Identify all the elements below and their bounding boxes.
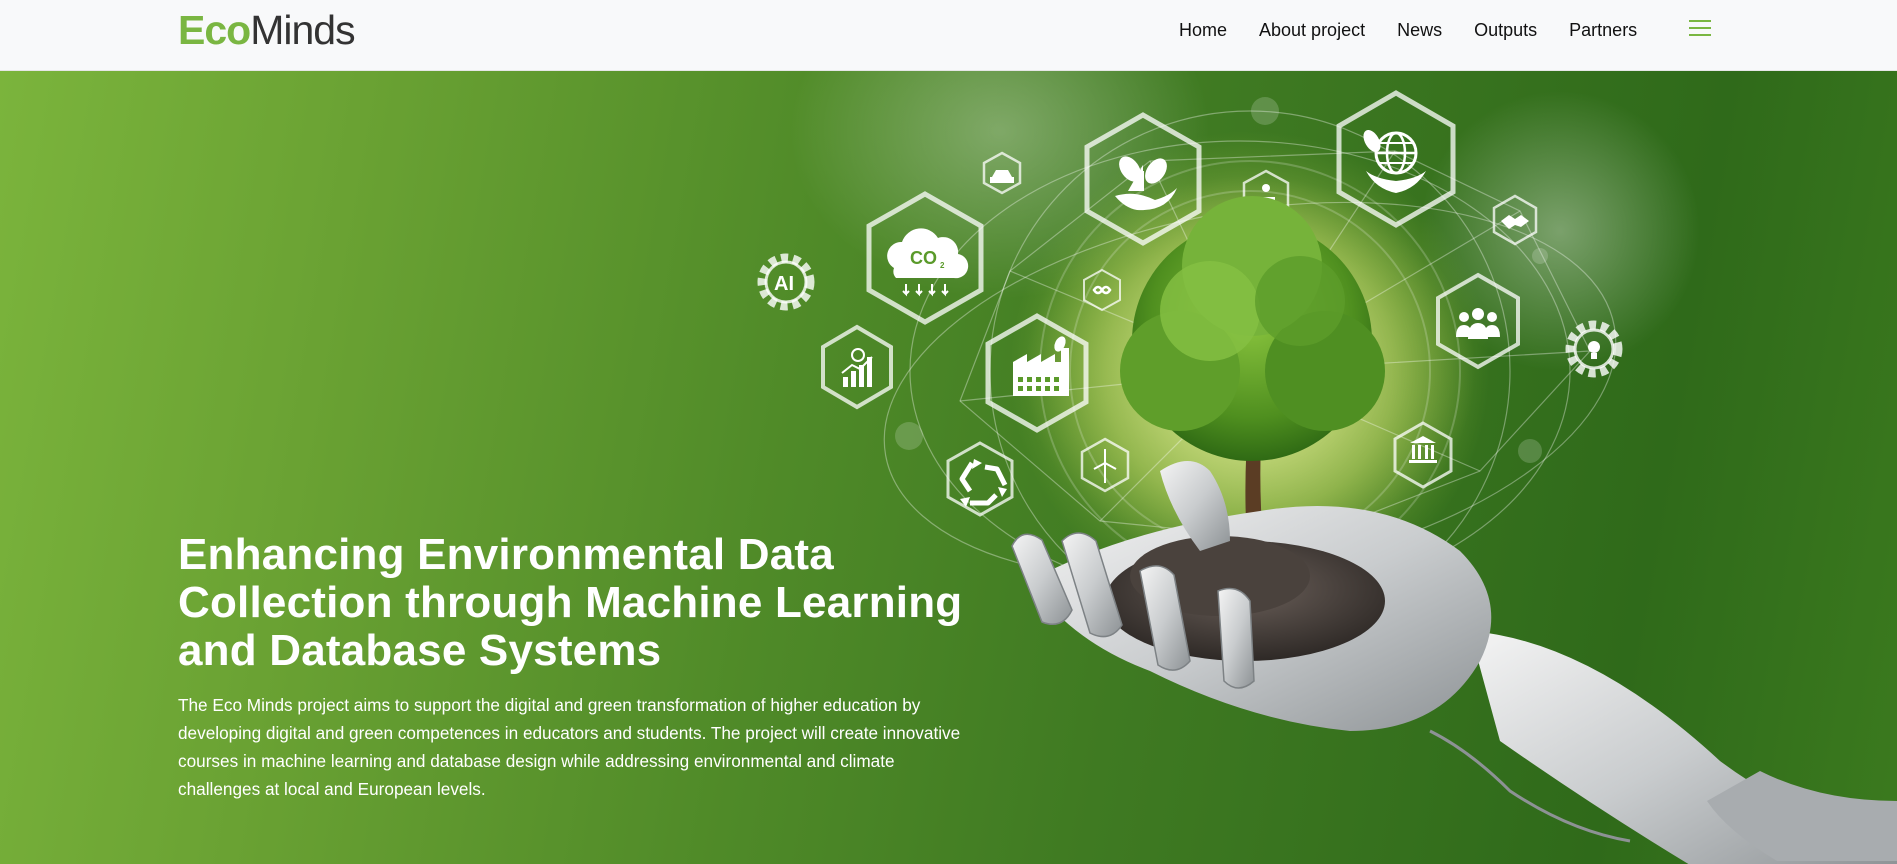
- hero-banner: CO 2 AI Enhancing Environmental Data Col…: [0, 71, 1897, 864]
- nav-home[interactable]: Home: [1179, 20, 1227, 41]
- hamburger-menu-icon[interactable]: [1689, 20, 1711, 38]
- hero-title: Enhancing Environmental Data Collection …: [178, 530, 963, 675]
- logo-eco-text: Eco: [178, 7, 251, 53]
- nav-partners[interactable]: Partners: [1569, 20, 1637, 41]
- nav-outputs[interactable]: Outputs: [1474, 20, 1537, 41]
- co2-text: CO: [910, 248, 937, 268]
- site-header: Eco Minds Home About project News Outputs…: [0, 0, 1897, 71]
- co2-cloud-icon: CO 2: [887, 228, 969, 297]
- main-nav: Home About project News Outputs Partners: [1179, 0, 1637, 60]
- logo-minds-text: Minds: [250, 7, 355, 53]
- growth-chart-icon: [841, 348, 873, 387]
- ecominds-logo[interactable]: Eco Minds: [178, 7, 356, 53]
- co2-subscript: 2: [940, 261, 945, 270]
- ai-label: AI: [774, 273, 794, 295]
- recycle-icon: [959, 461, 1008, 506]
- nav-news[interactable]: News: [1397, 20, 1442, 41]
- electric-car-icon: [990, 170, 1014, 183]
- nav-about-project[interactable]: About project: [1259, 20, 1365, 41]
- hero-description: The Eco Minds project aims to support th…: [178, 695, 961, 799]
- ai-gear-icon: AI: [757, 253, 815, 311]
